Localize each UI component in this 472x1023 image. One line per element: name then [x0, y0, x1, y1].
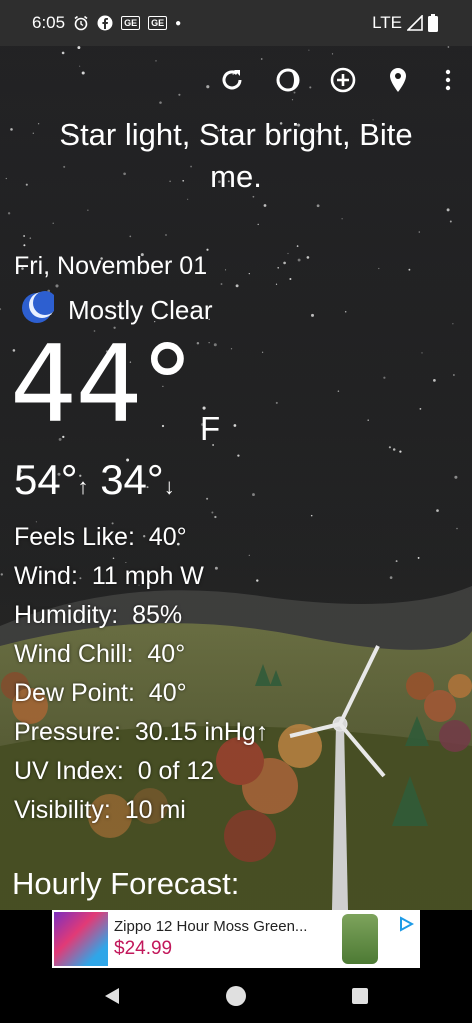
ad-product-image[interactable]: [342, 914, 378, 964]
ad-price: $24.99: [114, 938, 173, 959]
weather-headline: Star light, Star bright, Bite me.: [59, 117, 413, 194]
navigation-bar: [0, 970, 472, 1023]
back-icon[interactable]: [100, 984, 124, 1008]
low-arrow-icon: ↓: [163, 474, 175, 499]
news-icon: GE: [121, 16, 141, 30]
signal-icon: [407, 15, 423, 31]
high-arrow-icon: ↑: [77, 474, 89, 499]
location-icon[interactable]: [380, 62, 416, 98]
add-icon[interactable]: [325, 62, 361, 98]
battery-icon: [428, 14, 438, 32]
high-low-temps: 54°↑ 34°↓: [14, 456, 175, 504]
detail-feels-like: Feels Like: 40°: [14, 523, 187, 551]
detail-uv-index: UV Index: 0 of 12: [14, 757, 215, 785]
high-temp: 54°: [14, 456, 78, 503]
low-temp: 34°: [100, 456, 164, 503]
clock: 6:05: [32, 13, 66, 32]
detail-humidity: Humidity: 85%: [14, 601, 183, 629]
facebook-icon: [97, 15, 113, 31]
adchoices-icon[interactable]: [398, 916, 415, 936]
more-icon[interactable]: [430, 62, 466, 98]
detail-pressure: Pressure: 30.15 inHg↑: [14, 718, 269, 746]
ad-title[interactable]: Zippo 12 Hour Moss Green...: [114, 918, 307, 935]
temperature-unit: F: [200, 410, 221, 447]
ad-banner: Zippo 12 Hour Moss Green... $24.99: [0, 910, 472, 970]
hourly-forecast-title: Hourly Forecast:: [12, 866, 240, 901]
notification-dot-icon: ●: [175, 17, 182, 29]
moon-phase-icon[interactable]: [270, 62, 306, 98]
weather-details: Feels Like: 40° Wind: 11 mph W Humidity:…: [14, 518, 268, 830]
detail-wind-chill: Wind Chill: 40°: [14, 640, 186, 668]
ad-thumbnail-image[interactable]: [54, 912, 108, 966]
status-bar: 6:05 GE GE ● LTE: [0, 0, 472, 46]
news-icon: GE: [148, 16, 168, 30]
condition-text: Mostly Clear: [68, 294, 213, 325]
home-icon[interactable]: [224, 984, 248, 1008]
current-temperature: 44°: [10, 323, 194, 446]
forecast-date: Fri, November 01: [14, 252, 208, 280]
recents-icon[interactable]: [348, 984, 372, 1008]
detail-dew-point: Dew Point: 40°: [14, 679, 187, 707]
ad-card[interactable]: Zippo 12 Hour Moss Green... $24.99: [52, 910, 420, 968]
toolbar: [0, 62, 472, 98]
network-label: LTE: [372, 13, 402, 32]
refresh-icon[interactable]: [214, 62, 250, 98]
alarm-icon: [73, 15, 89, 31]
detail-visibility: Visibility: 10 mi: [14, 796, 186, 824]
detail-wind: Wind: 11 mph W: [14, 562, 204, 590]
